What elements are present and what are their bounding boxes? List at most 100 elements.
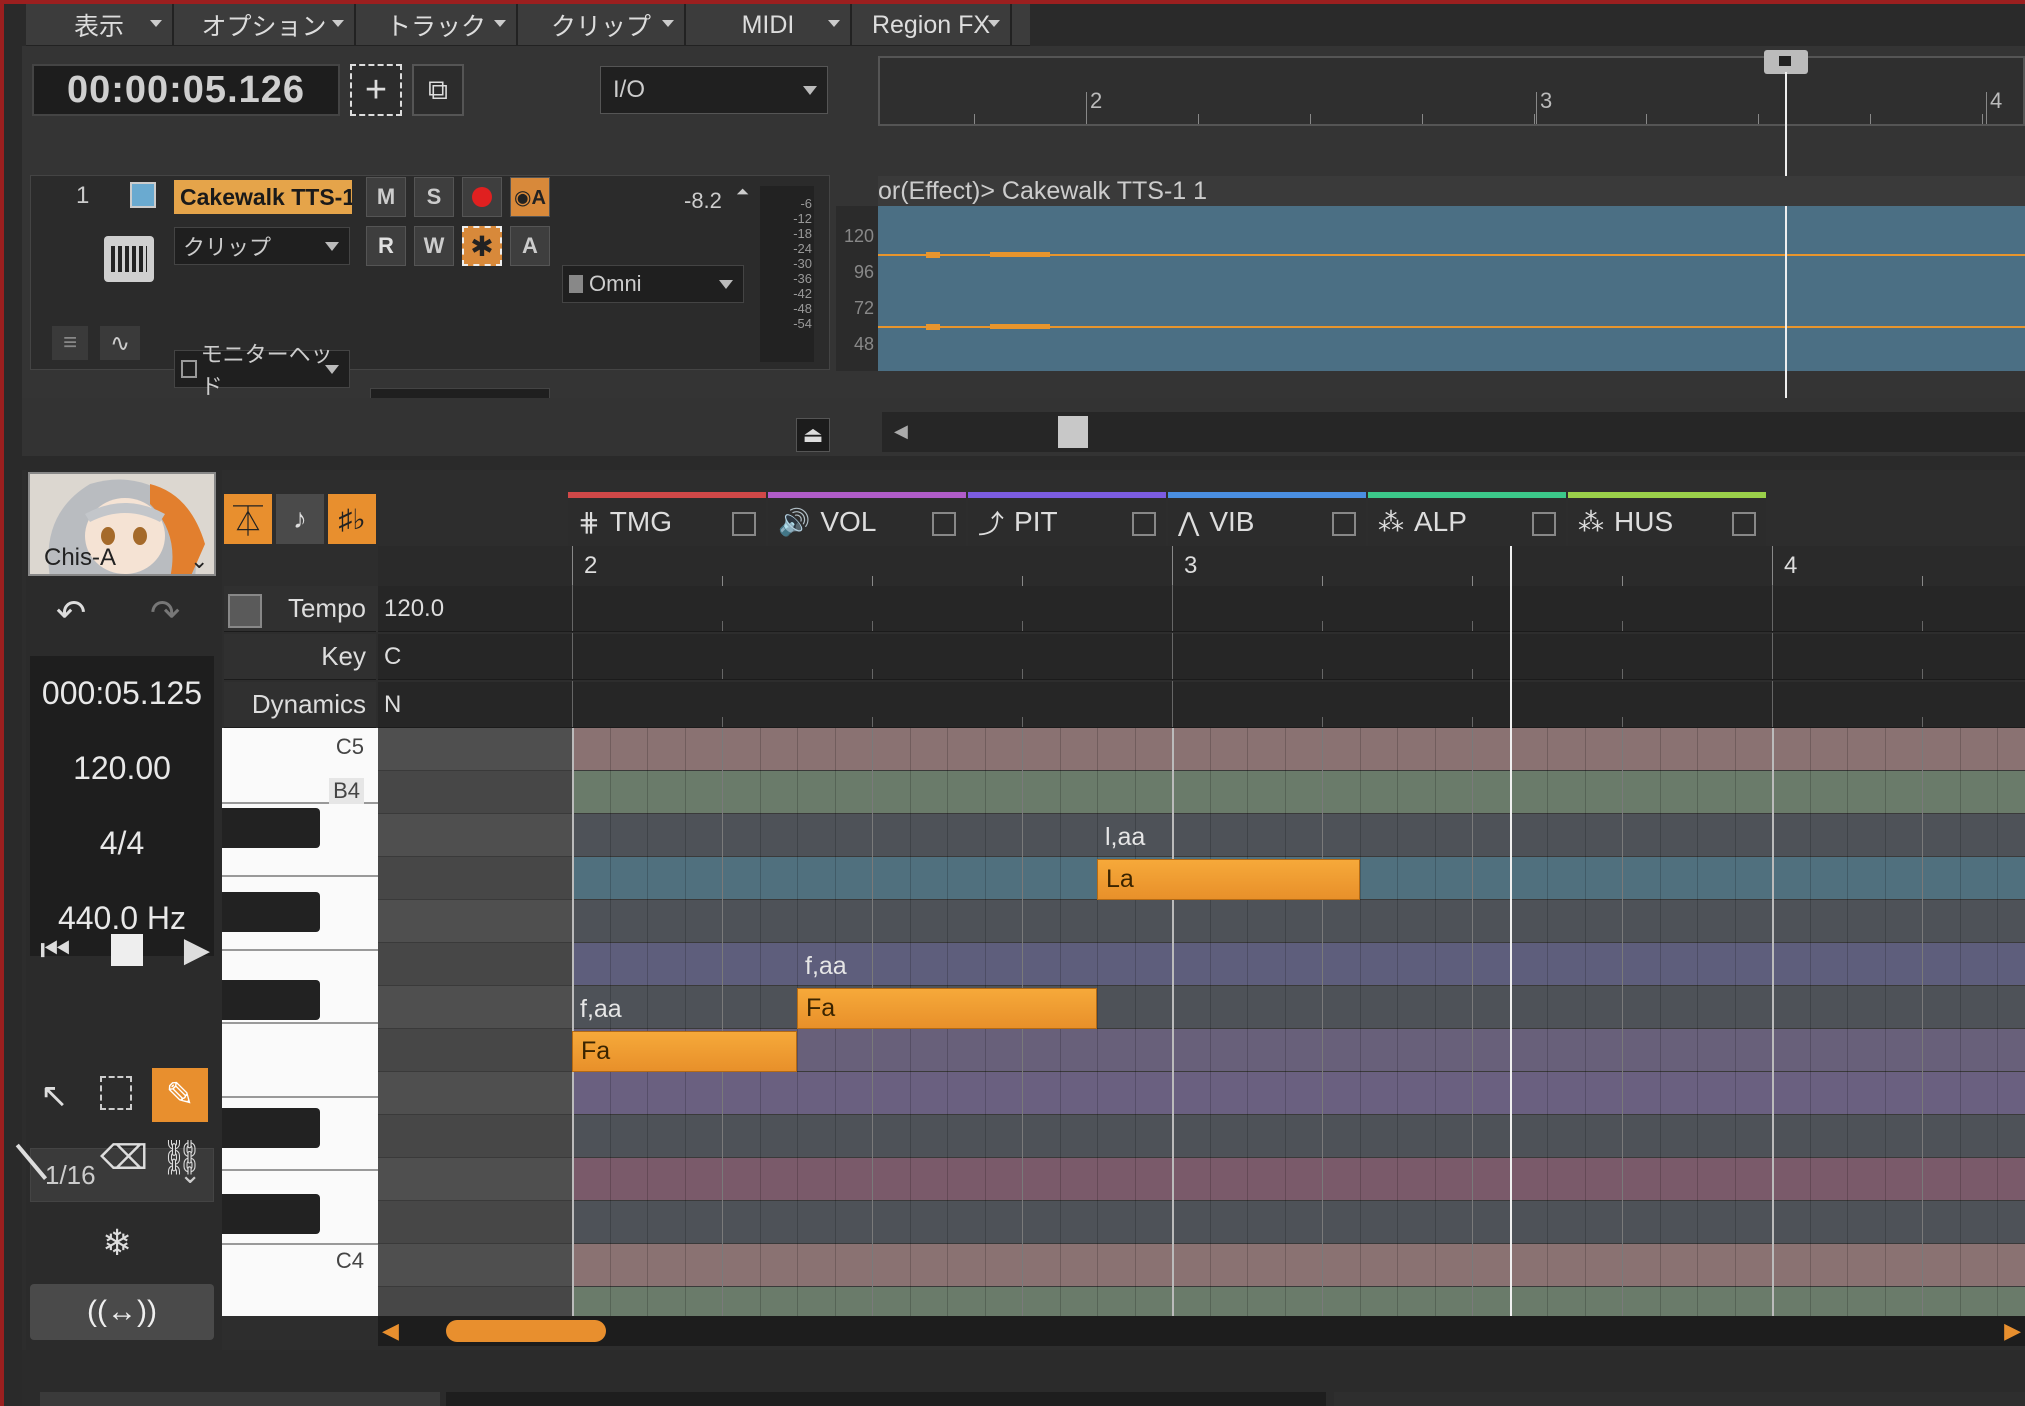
key-signature-icon[interactable]: ♯♭ bbox=[328, 494, 376, 544]
transport-time-display[interactable]: 00:00:05.126 bbox=[32, 64, 340, 116]
menu-item[interactable]: 表示 bbox=[26, 4, 174, 46]
tab-visibility-checkbox[interactable] bbox=[1332, 512, 1356, 536]
pitch-lane[interactable] bbox=[572, 771, 2025, 814]
track-name[interactable]: Cakewalk TTS-1 bbox=[174, 180, 352, 214]
playhead-handle[interactable] bbox=[1764, 50, 1808, 74]
stop-icon[interactable] bbox=[111, 934, 144, 966]
pitch-lane[interactable] bbox=[572, 728, 2025, 771]
pitch-lane[interactable] bbox=[572, 986, 2025, 1029]
menu-item[interactable]: Region FX bbox=[852, 4, 1012, 46]
undo-icon[interactable]: ↶ bbox=[56, 592, 86, 634]
voice-icon[interactable]: ♪ bbox=[276, 494, 324, 544]
black-key[interactable] bbox=[222, 980, 320, 1020]
singer-avatar[interactable]: Chis-A ⌄ bbox=[28, 472, 216, 576]
scroll-left-icon[interactable]: ◀ bbox=[382, 1318, 399, 1344]
bottom-tab-2[interactable] bbox=[446, 1392, 1326, 1406]
io-select[interactable]: I/O bbox=[600, 66, 828, 114]
pitch-lane[interactable] bbox=[572, 1072, 2025, 1115]
add-track-button[interactable]: + bbox=[350, 64, 402, 116]
pencil-tool-icon[interactable]: ✎ bbox=[152, 1068, 208, 1122]
tab-visibility-checkbox[interactable] bbox=[1132, 512, 1156, 536]
volume-arrow-icon[interactable]: ⏶ bbox=[736, 184, 749, 202]
tab-hus[interactable]: ⁂ HUS bbox=[1568, 492, 1766, 546]
tab-tmg[interactable]: ⋕ TMG bbox=[568, 492, 766, 546]
arm-automation-button[interactable]: ✱ bbox=[462, 226, 502, 266]
note-phoneme[interactable]: f,aa bbox=[805, 952, 847, 981]
input-echo-button[interactable]: ◉A bbox=[510, 177, 550, 217]
conductor-track-key[interactable]: C bbox=[378, 633, 2025, 680]
piano-roll-horizontal-scrollbar[interactable]: ◀ ▶ bbox=[378, 1316, 2025, 1346]
tab-visibility-checkbox[interactable] bbox=[932, 512, 956, 536]
pitch-lane[interactable] bbox=[572, 900, 2025, 943]
pitch-lane[interactable] bbox=[572, 943, 2025, 986]
piano-keyboard[interactable]: C5 B4 C4 bbox=[222, 728, 378, 1316]
mute-button[interactable]: M bbox=[366, 177, 406, 217]
pitch-lane[interactable] bbox=[572, 1244, 2025, 1287]
black-key[interactable] bbox=[222, 808, 320, 848]
tab-pit[interactable]: ⤴ PIT bbox=[968, 492, 1166, 546]
solo-button[interactable]: S bbox=[414, 177, 454, 217]
black-key[interactable] bbox=[222, 1108, 320, 1148]
note-grid[interactable]: Fa f,aa Fa f,aa La l,aa bbox=[572, 728, 2025, 1316]
record-arm-button[interactable] bbox=[462, 177, 502, 217]
auto-button[interactable]: A bbox=[510, 226, 550, 266]
piano-roll-ruler[interactable]: 2 3 4 bbox=[378, 546, 2025, 586]
pitch-lane[interactable] bbox=[572, 1158, 2025, 1201]
menu-item[interactable]: オプション bbox=[174, 4, 356, 46]
conductor-track-tempo[interactable]: 120.0 bbox=[378, 585, 2025, 632]
clip-title[interactable]: or(Effect)> Cakewalk TTS-1 1 bbox=[878, 176, 2025, 206]
clip-body[interactable] bbox=[878, 206, 2025, 371]
output-select[interactable]: モニターヘッド bbox=[174, 342, 350, 399]
note-block[interactable]: Fa bbox=[797, 988, 1097, 1029]
conductor-track-dynamics[interactable]: N bbox=[378, 681, 2025, 728]
timeline-ruler[interactable]: 2 3 4 bbox=[878, 56, 2025, 126]
eject-icon[interactable]: ⏏ bbox=[796, 418, 830, 452]
automation-lane-icon[interactable]: ∿ bbox=[100, 326, 140, 360]
link-tool-icon[interactable]: ⛓ bbox=[160, 1138, 203, 1178]
pitch-lane[interactable] bbox=[572, 814, 2025, 857]
bottom-tab-3[interactable] bbox=[1334, 1392, 2025, 1406]
menu-item[interactable]: MIDI bbox=[686, 4, 852, 46]
tab-visibility-checkbox[interactable] bbox=[1532, 512, 1556, 536]
track-horizontal-scrollbar[interactable]: ◀ bbox=[882, 412, 2025, 452]
read-automation-button[interactable]: R bbox=[366, 226, 406, 266]
tab-vol[interactable]: 🔊 VOL bbox=[768, 492, 966, 546]
snowflake-icon[interactable]: ❄ bbox=[102, 1222, 132, 1264]
scroll-left-icon[interactable]: ◀ bbox=[894, 421, 908, 442]
range-select-tool-icon[interactable] bbox=[100, 1076, 132, 1110]
status-meter[interactable]: 4/4 bbox=[100, 825, 144, 862]
write-automation-button[interactable]: W bbox=[414, 226, 454, 266]
track-volume-value[interactable]: -8.2 bbox=[684, 188, 722, 214]
eraser-tool-icon[interactable]: ⌫ bbox=[100, 1138, 148, 1178]
note-phoneme[interactable]: l,aa bbox=[1105, 823, 1145, 852]
midi-input-select[interactable]: Omni bbox=[562, 265, 744, 303]
play-icon[interactable]: ▶ bbox=[184, 930, 210, 970]
tab-visibility-checkbox[interactable] bbox=[1732, 512, 1756, 536]
sync-scroll-button[interactable]: ((↔)) bbox=[30, 1284, 214, 1340]
note-phoneme[interactable]: f,aa bbox=[580, 995, 622, 1024]
status-tempo[interactable]: 120.00 bbox=[73, 750, 171, 787]
pitch-lane[interactable] bbox=[572, 1115, 2025, 1158]
note-block[interactable]: Fa bbox=[572, 1031, 797, 1072]
metronome-icon[interactable]: ⏄ bbox=[224, 494, 272, 544]
pitch-lane[interactable] bbox=[572, 1201, 2025, 1244]
rewind-icon[interactable]: ⏮ bbox=[40, 931, 71, 970]
chevron-down-icon[interactable]: ⌄ bbox=[190, 548, 208, 574]
menu-item[interactable]: クリップ bbox=[518, 4, 686, 46]
bottom-tab-1[interactable] bbox=[40, 1392, 440, 1406]
track-menu-icon[interactable]: ≡ bbox=[52, 326, 88, 360]
black-key[interactable] bbox=[222, 892, 320, 932]
scroll-right-icon[interactable]: ▶ bbox=[2004, 1318, 2021, 1344]
tab-alp[interactable]: ⁂ ALP bbox=[1368, 492, 1566, 546]
duplicate-track-button[interactable]: ⧉ bbox=[412, 64, 464, 116]
black-key[interactable] bbox=[222, 1194, 320, 1234]
tab-visibility-checkbox[interactable] bbox=[732, 512, 756, 536]
scroll-thumb[interactable] bbox=[446, 1320, 606, 1342]
pitch-lane[interactable] bbox=[572, 1287, 2025, 1316]
menu-item[interactable]: トラック bbox=[356, 4, 518, 46]
scroll-thumb[interactable] bbox=[1058, 416, 1088, 448]
piano-roll-icon[interactable] bbox=[104, 236, 154, 282]
redo-icon[interactable]: ↷ bbox=[150, 592, 180, 634]
select-tool-icon[interactable]: ↖ bbox=[40, 1076, 69, 1116]
input-select[interactable]: クリップ bbox=[174, 227, 350, 265]
